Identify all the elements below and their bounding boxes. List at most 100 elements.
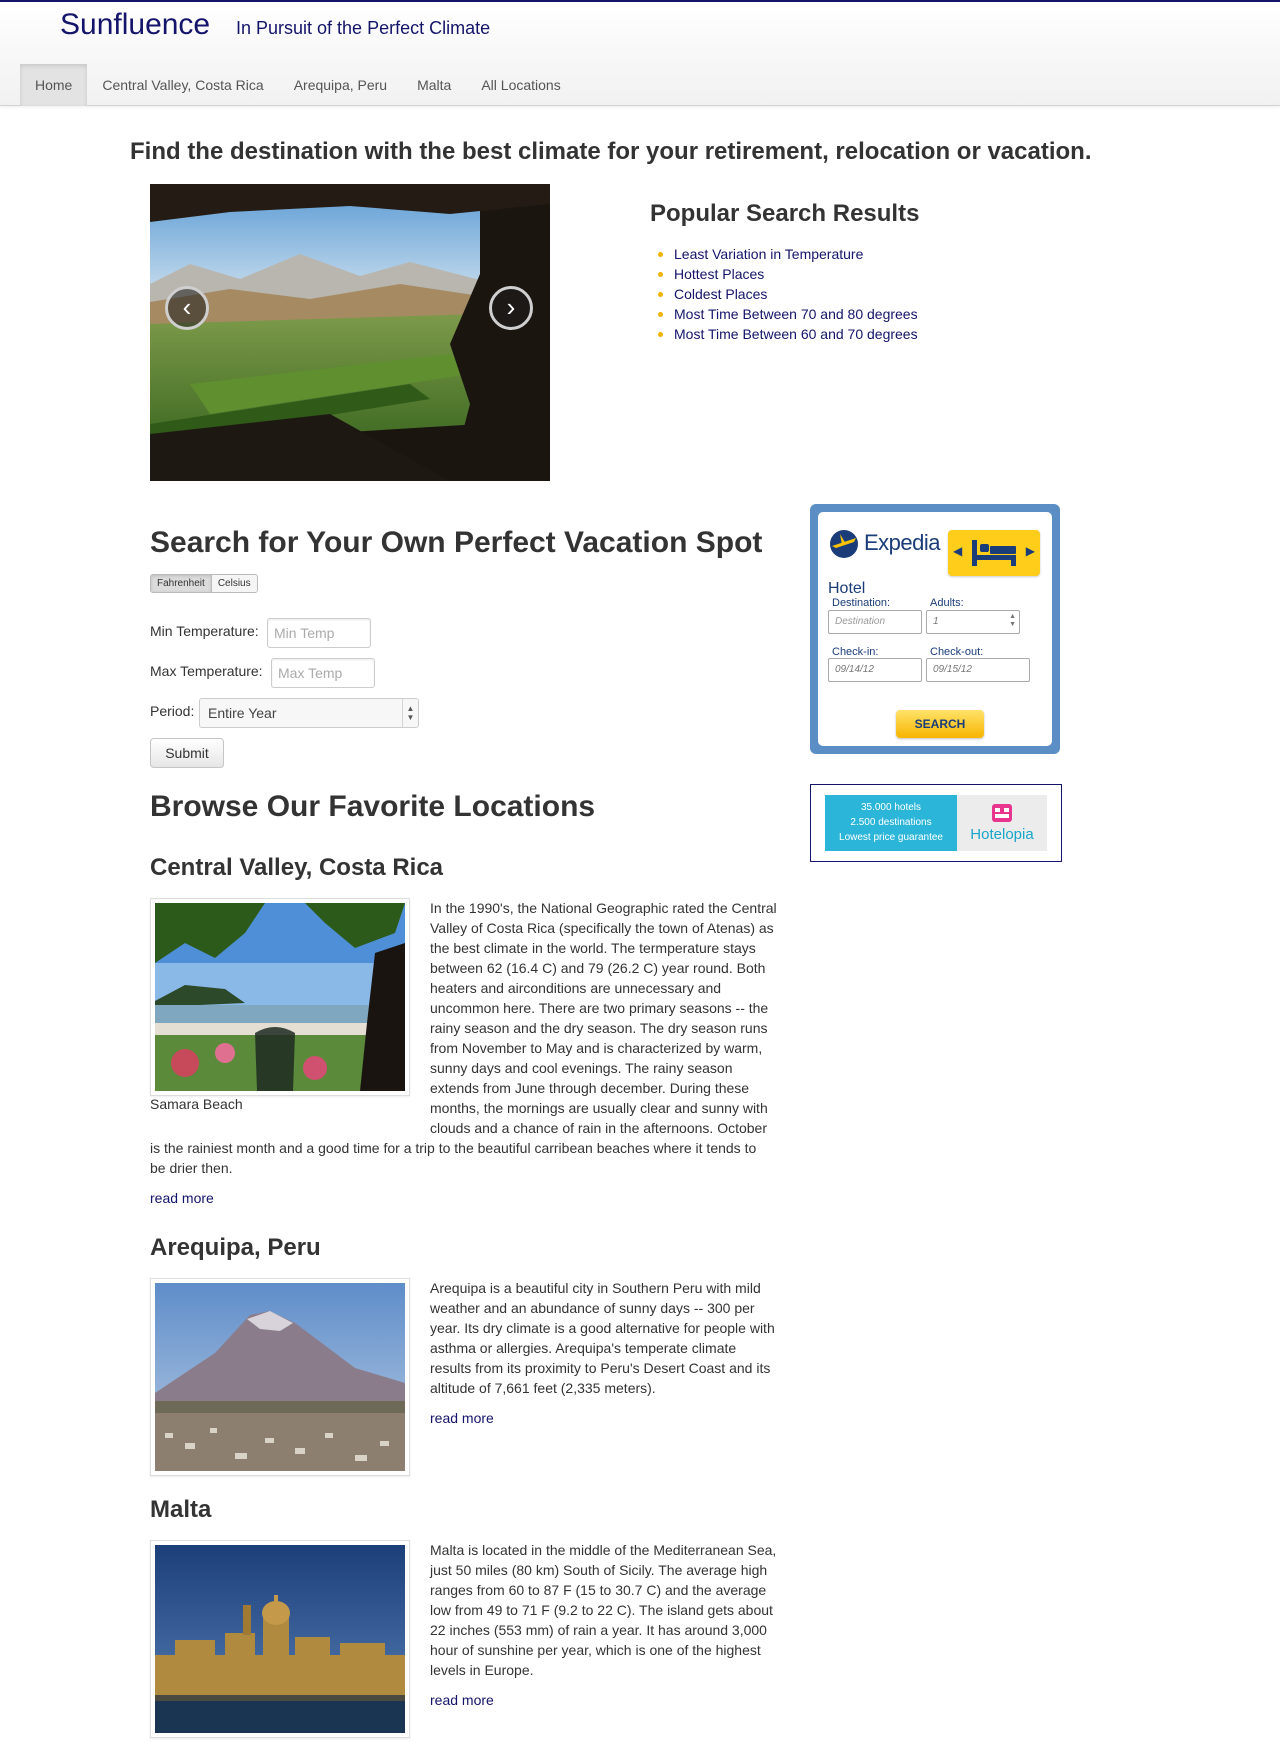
text-line: the best climate in the world. The termp… <box>430 940 756 956</box>
min-temp-input[interactable] <box>267 618 371 648</box>
popular-link-60-70[interactable]: Most Time Between 60 and 70 degrees <box>674 326 918 342</box>
max-temp-label: Max Temperature: <box>150 663 263 679</box>
nav-item-central-valley[interactable]: Central Valley, Costa Rica <box>87 64 278 106</box>
nav-item-all-locations[interactable]: All Locations <box>466 64 575 106</box>
checkout-field[interactable]: 09/15/12 <box>926 658 1030 682</box>
popular-title: Popular Search Results <box>650 200 920 227</box>
text-line: between 62 (16.4 C) and 79 (26.2 C) year… <box>430 960 766 976</box>
text-line: be drier then. <box>150 1160 233 1176</box>
min-temp-label: Min Temperature: <box>150 623 259 639</box>
location-title-malta: Malta <box>150 1496 212 1523</box>
hotelopia-line: 35.000 hotels <box>860 802 922 813</box>
read-more-link-malta[interactable]: read more <box>430 1692 494 1708</box>
text-line: sunny days and cool evenings. The rainy … <box>430 1060 733 1076</box>
text-line: Arequipa is a beautiful city in Southern… <box>430 1280 761 1296</box>
text-line: months, the mornings are usually clear a… <box>430 1100 768 1116</box>
site-brand[interactable]: Sunfluence <box>60 8 210 42</box>
text-line: year. Its dry climate is a good alternat… <box>430 1320 775 1336</box>
expedia-logo[interactable]: Expedia <box>828 520 958 560</box>
text-line: clouds and a chance of rain in the after… <box>430 1120 767 1136</box>
checkin-field[interactable]: 09/14/12 <box>828 658 922 682</box>
text-line: Malta is located in the middle of the Me… <box>430 1542 777 1558</box>
list-item: Least Variation in Temperature <box>650 244 1070 264</box>
read-more-link-arequipa[interactable]: read more <box>430 1410 494 1426</box>
hotelopia-line: 2.500 destinations <box>850 817 932 828</box>
text-line: ranges from 60 to 87 F (15 to 30.7 C) an… <box>430 1582 767 1598</box>
bullet-icon <box>658 332 663 337</box>
checkin-label: Check-in: <box>832 646 879 658</box>
costa-rica-photo[interactable] <box>150 898 410 1096</box>
hotelopia-brand: Hotelopia <box>970 826 1034 843</box>
malta-photo[interactable] <box>150 1540 410 1738</box>
unit-celsius-button[interactable]: Celsius <box>210 575 257 592</box>
popular-link-hottest[interactable]: Hottest Places <box>674 266 764 282</box>
hotel-tile[interactable]: ◀ ▶ <box>948 530 1040 576</box>
arequipa-volcano-image <box>155 1283 405 1471</box>
text-line: rainy season and the dry season. The dry… <box>430 1020 768 1036</box>
text-line: In the 1990's, the National Geographic r… <box>430 900 777 916</box>
list-item: Most Time Between 70 and 80 degrees <box>650 304 1070 324</box>
unit-fahrenheit-button[interactable]: Fahrenheit <box>151 575 211 592</box>
popular-link-70-80[interactable]: Most Time Between 70 and 80 degrees <box>674 306 918 322</box>
nav-item-malta[interactable]: Malta <box>402 64 466 106</box>
submit-button[interactable]: Submit <box>150 738 224 768</box>
hero-carousel: ‹ › <box>150 184 550 481</box>
location-title-arequipa: Arequipa, Peru <box>150 1234 321 1261</box>
text-line: from November to May and is characterize… <box>430 1040 763 1056</box>
text-line: uncommon here. There are two primary sea… <box>430 1000 769 1016</box>
expedia-search-button[interactable]: SEARCH <box>896 710 984 738</box>
popular-link-least-variation[interactable]: Least Variation in Temperature <box>674 246 863 262</box>
hotel-bed-icon <box>992 804 1012 822</box>
expedia-hotel-widget: Expedia ◀ ▶ Hotel Destination: Adults: D… <box>810 504 1060 754</box>
unit-toggle: Fahrenheit Celsius <box>150 574 258 593</box>
period-select[interactable]: Entire Year ▲ ▼ <box>199 698 419 728</box>
carousel-prev-button[interactable]: ‹ <box>165 286 209 330</box>
adults-label: Adults: <box>930 597 964 609</box>
bed-icon <box>972 540 1016 566</box>
hotelopia-line: Lowest price guarantee <box>839 832 943 843</box>
read-more-link-costa-rica[interactable]: read more <box>150 1190 214 1206</box>
hotelopia-logo: Hotelopia <box>957 795 1047 851</box>
text-line: hour of sunshine per year, which is one … <box>430 1642 761 1658</box>
text-line: extends from June through december. Duri… <box>430 1080 750 1096</box>
expedia-panel: Expedia ◀ ▶ Hotel Destination: Adults: D… <box>818 512 1052 746</box>
hotelopia-ad: 35.000 hotels 2.500 destinations Lowest … <box>810 784 1062 862</box>
nav-item-arequipa[interactable]: Arequipa, Peru <box>279 64 402 106</box>
select-arrows-icon: ▲ ▼ <box>1009 613 1016 628</box>
arequipa-photo[interactable] <box>150 1278 410 1476</box>
samara-beach-image <box>155 903 405 1091</box>
destination-field[interactable]: Destination <box>828 610 922 634</box>
period-value: Entire Year <box>208 705 277 721</box>
text-line: levels in Europe. <box>430 1662 534 1678</box>
text-line: results from its proximity to Peru's Des… <box>430 1360 771 1376</box>
select-arrows-icon: ▲ ▼ <box>402 699 418 727</box>
nav-item-home[interactable]: Home <box>20 64 88 106</box>
list-item: Most Time Between 60 and 70 degrees <box>650 324 1070 344</box>
photo-caption: Samara Beach <box>150 1096 243 1112</box>
expedia-section-title: Hotel <box>828 580 866 597</box>
text-line: just 50 miles (80 km) South of Sicily. T… <box>430 1562 768 1578</box>
text-line: is the rainiest month and a good time fo… <box>150 1140 757 1156</box>
max-temp-input[interactable] <box>271 658 375 688</box>
adults-select[interactable]: 1 ▲ ▼ <box>926 610 1020 634</box>
chevron-left-icon: ‹ <box>182 292 192 322</box>
text-line: asthma or allergies. Arequipa's temperat… <box>430 1340 737 1356</box>
page-headline: Find the destination with the best clima… <box>130 138 1092 165</box>
site-tagline: In Pursuit of the Perfect Climate <box>236 18 491 38</box>
popular-link-coldest[interactable]: Coldest Places <box>674 286 767 302</box>
hotelopia-offer: 35.000 hotels 2.500 destinations Lowest … <box>825 795 957 851</box>
location-title-costa-rica: Central Valley, Costa Rica <box>150 854 444 881</box>
destination-label: Destination: <box>832 597 891 609</box>
text-line: low from 49 to 71 F (9.2 to 22 C). The i… <box>430 1602 773 1618</box>
tile-prev-icon: ◀ <box>953 544 963 558</box>
adults-value: 1 <box>933 616 939 627</box>
search-title: Search for Your Own Perfect Vacation Spo… <box>150 526 763 559</box>
hotelopia-banner[interactable]: 35.000 hotels 2.500 destinations Lowest … <box>825 795 1047 851</box>
carousel-next-button[interactable]: › <box>489 286 533 330</box>
main-nav: Home Central Valley, Costa Rica Arequipa… <box>20 64 576 106</box>
tile-next-icon: ▶ <box>1025 544 1035 558</box>
bullet-icon <box>658 272 663 277</box>
top-navbar: Sunfluence In Pursuit of the Perfect Cli… <box>0 0 1280 106</box>
bullet-icon <box>658 312 663 317</box>
period-label: Period: <box>150 703 195 719</box>
